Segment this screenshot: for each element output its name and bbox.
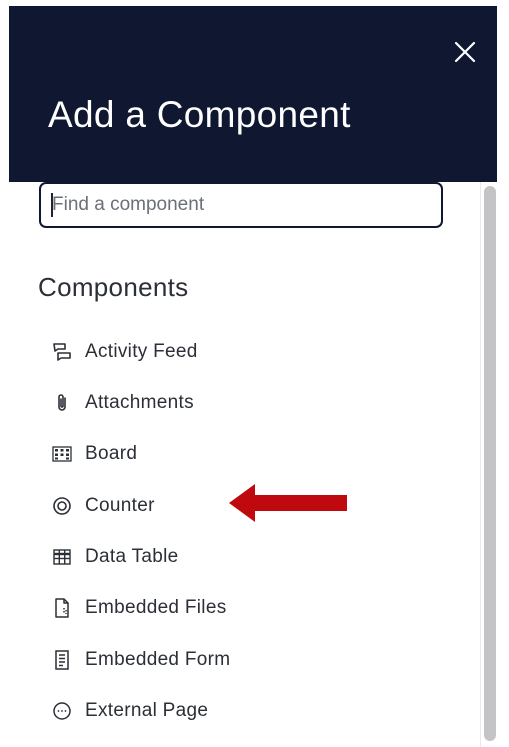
text-caret [51,193,53,217]
close-icon[interactable] [449,36,481,68]
component-label: Activity Feed [85,341,198,362]
component-label: Counter [85,495,155,516]
component-label: Embedded Form [85,649,231,670]
search-input[interactable] [39,182,443,228]
component-label: Data Table [85,546,179,567]
arrow-annotation-icon [229,484,347,522]
component-item-embedded-form[interactable]: Embedded Form [50,645,350,675]
component-label: Attachments [85,392,194,413]
activity-feed-icon [50,340,74,364]
component-item-external-page[interactable]: External Page [50,696,350,726]
file-icon [50,596,74,620]
panel-header: Add a Component [9,6,497,182]
component-item-attachments[interactable]: Attachments [50,388,350,418]
table-icon [50,545,74,569]
component-label: Board [85,443,138,464]
panel-title: Add a Component [48,94,351,135]
component-item-board[interactable]: Board [50,439,350,469]
component-item-embedded-files[interactable]: Embedded Files [50,593,350,623]
external-page-icon [50,699,74,723]
section-title: Components [38,272,189,302]
component-label: External Page [85,700,209,721]
board-icon [50,442,74,466]
scrollbar-thumb[interactable] [484,186,496,741]
component-item-activity-feed[interactable]: Activity Feed [50,337,350,367]
paperclip-icon [50,391,74,415]
component-label: Embedded Files [85,597,227,618]
component-item-data-table[interactable]: Data Table [50,542,350,572]
form-icon [50,648,74,672]
counter-icon [50,494,74,518]
